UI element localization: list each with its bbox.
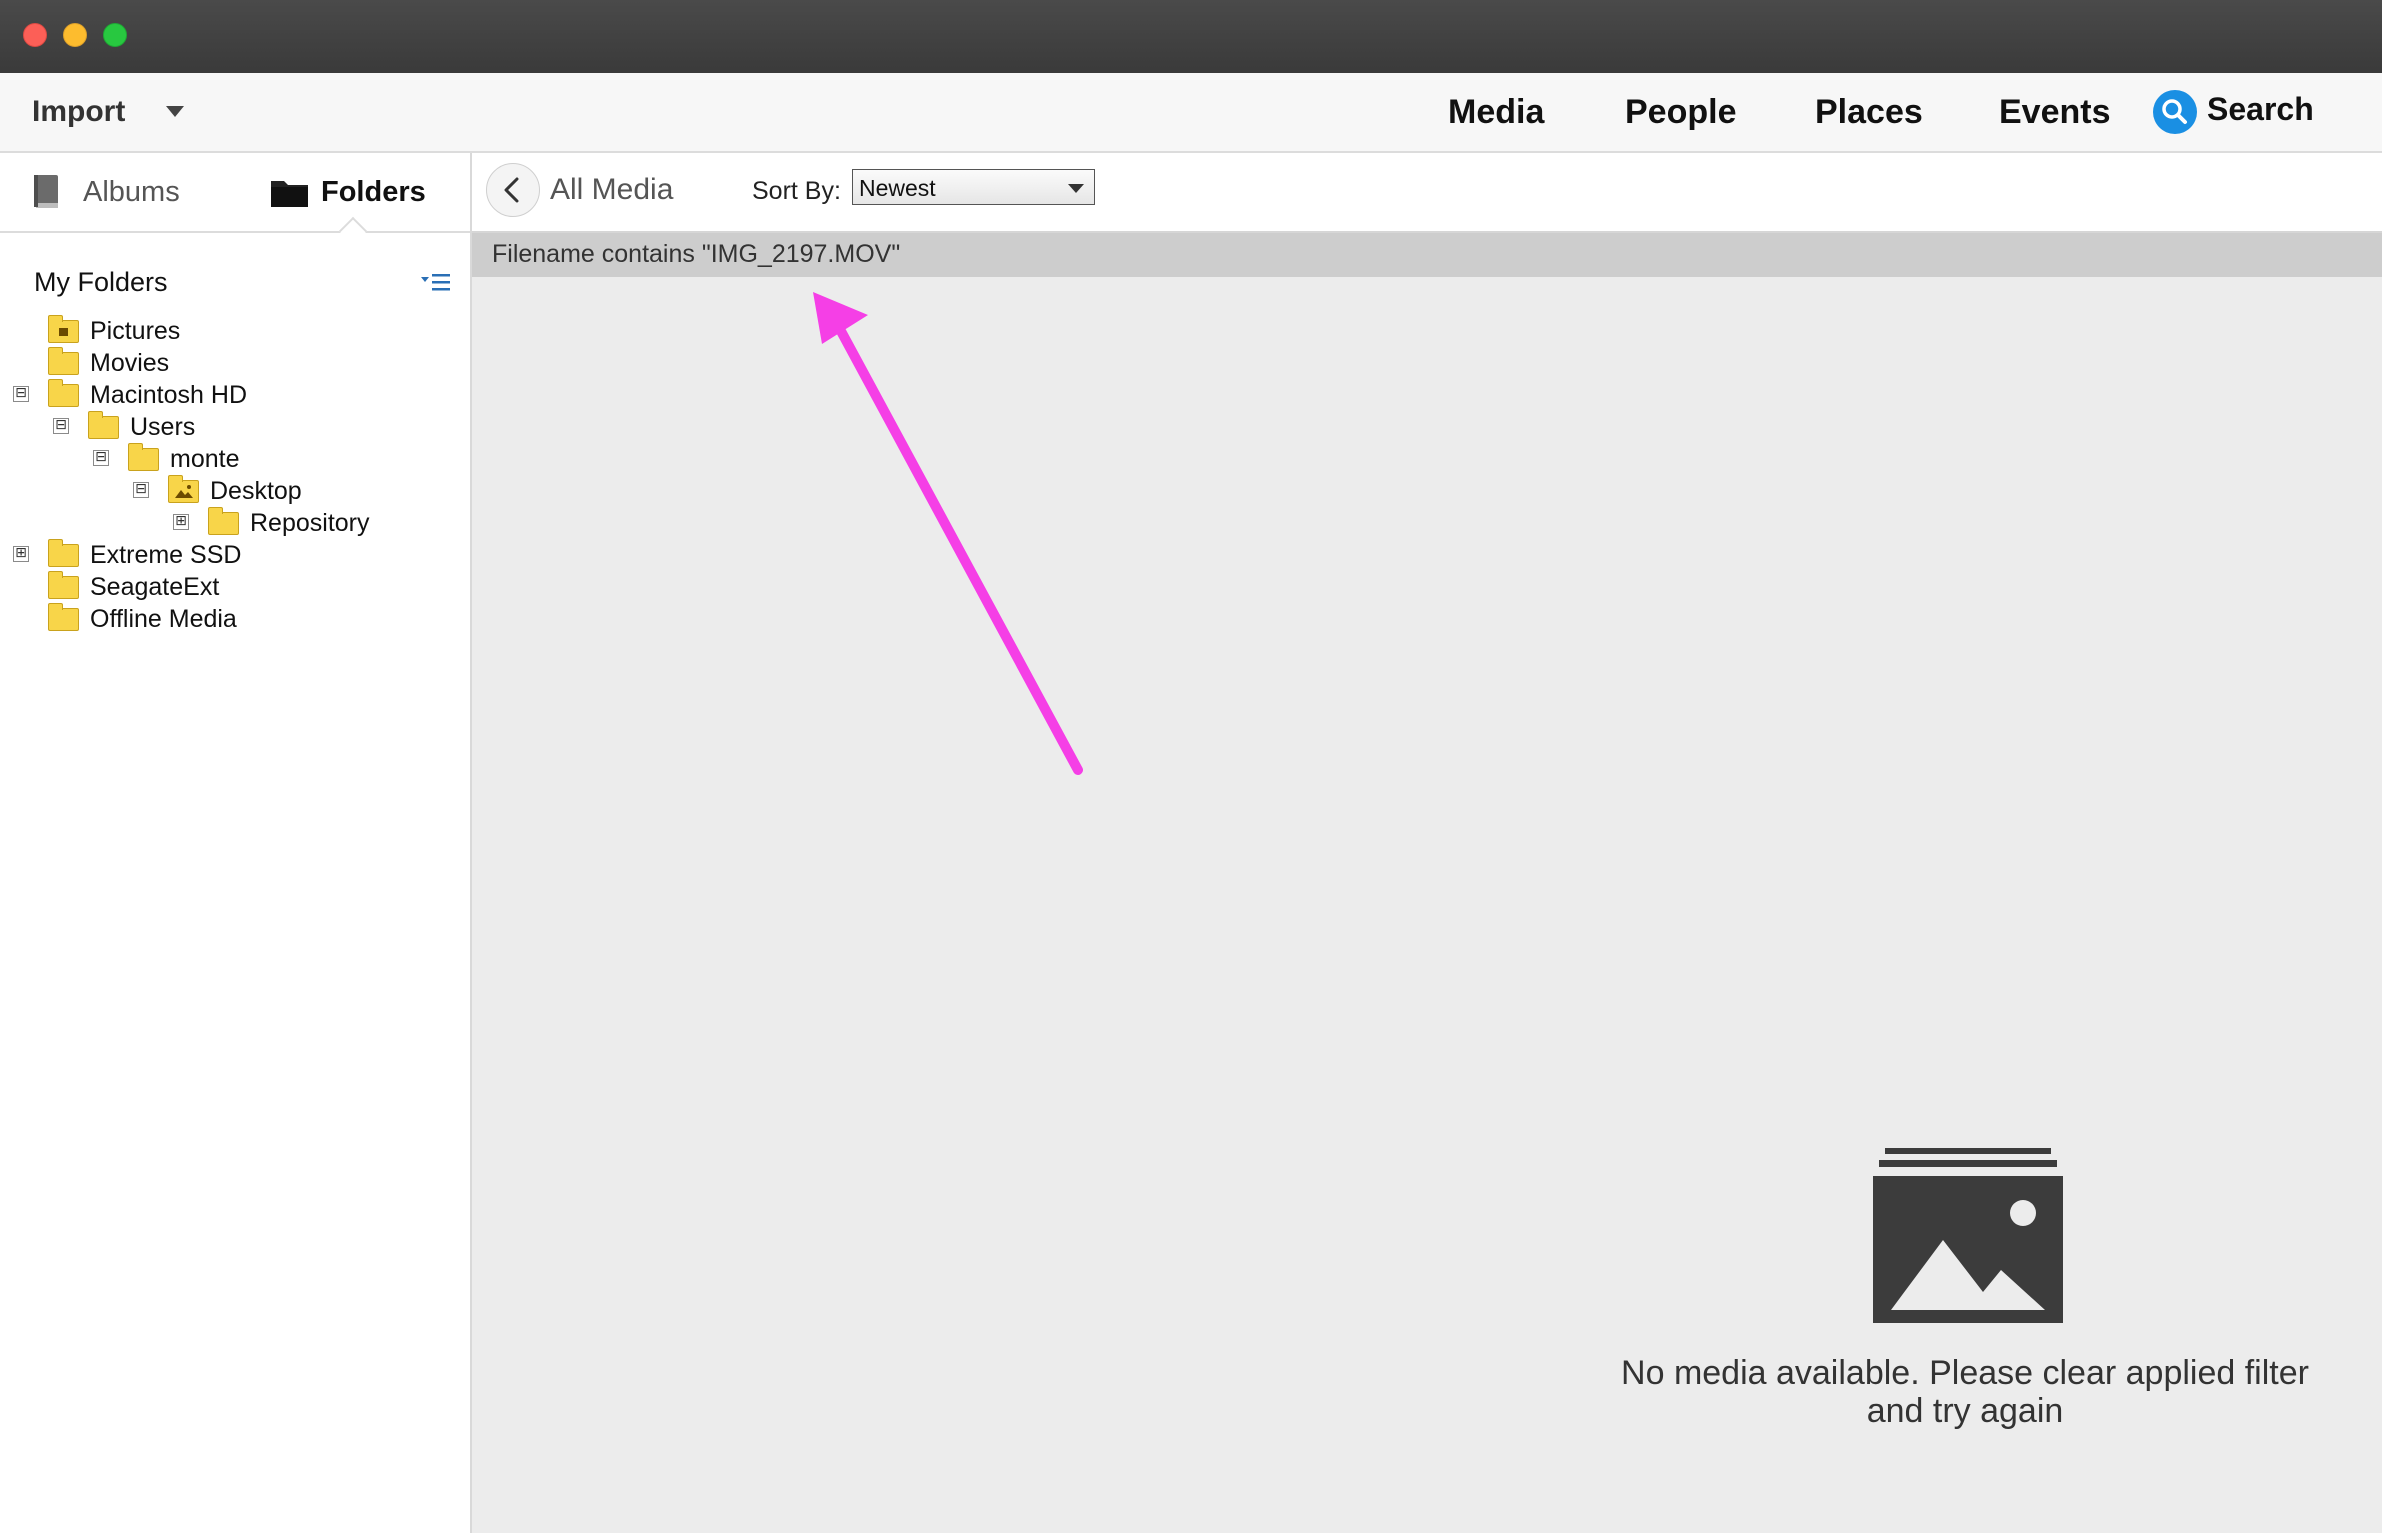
folder-tree-label: Macintosh HD bbox=[90, 381, 247, 409]
folder-tree-label: Movies bbox=[90, 349, 170, 377]
folder-tree-label: monte bbox=[170, 445, 240, 473]
expand-toggle-icon[interactable]: ⊞ bbox=[173, 514, 189, 530]
empty-state-message: No media available. Please clear applied… bbox=[1580, 1354, 2350, 1430]
sort-by-label: Sort By: bbox=[752, 177, 841, 205]
close-window-button[interactable] bbox=[23, 23, 47, 47]
folder-tree-label: SeagateExt bbox=[90, 573, 220, 601]
back-button[interactable] bbox=[486, 163, 540, 217]
collapse-toggle-icon[interactable]: ⊟ bbox=[93, 450, 109, 466]
nav-tab-events[interactable]: Events bbox=[1999, 93, 2111, 132]
folder-options-menu-icon[interactable] bbox=[418, 271, 454, 300]
folder-icon bbox=[48, 571, 79, 599]
folder-icon bbox=[208, 507, 239, 535]
no-media-icon bbox=[1873, 1148, 2063, 1328]
minimize-window-button[interactable] bbox=[63, 23, 87, 47]
content-header: All Media Sort By: Newest bbox=[472, 153, 2382, 233]
collapse-toggle-icon[interactable]: ⊟ bbox=[53, 418, 69, 434]
nav-tab-media[interactable]: Media bbox=[1448, 93, 1544, 132]
folder-icon bbox=[48, 379, 79, 407]
breadcrumb-all-media[interactable]: All Media bbox=[550, 173, 673, 207]
annotation-arrow-icon bbox=[813, 292, 1083, 775]
import-dropdown-caret-icon[interactable] bbox=[166, 106, 184, 117]
collapse-toggle-icon[interactable]: ⊟ bbox=[13, 386, 29, 402]
window-titlebar bbox=[0, 0, 2382, 73]
chevron-down-icon bbox=[1068, 184, 1084, 193]
folder-tree-label: Repository bbox=[250, 509, 370, 537]
sidebar-tabs: Albums Folders bbox=[0, 153, 470, 246]
folder-tab-icon[interactable] bbox=[270, 175, 310, 214]
active-filter-bar[interactable]: Filename contains "IMG_2197.MOV" bbox=[472, 233, 2382, 277]
nav-tab-places[interactable]: Places bbox=[1815, 93, 1923, 132]
folder-icon bbox=[48, 603, 79, 631]
active-tab-indicator bbox=[338, 216, 368, 246]
sort-select[interactable]: Newest bbox=[852, 169, 1095, 205]
import-button[interactable]: Import bbox=[32, 95, 125, 129]
empty-message-line-1: No media available. Please clear applied… bbox=[1621, 1354, 2309, 1392]
folder-tree-label: Desktop bbox=[210, 477, 302, 505]
collapse-toggle-icon[interactable]: ⊟ bbox=[133, 482, 149, 498]
sidebar: Albums Folders My Folders Pictures Movie… bbox=[0, 153, 472, 1533]
my-folders-heading: My Folders bbox=[34, 267, 168, 297]
tab-albums[interactable]: Albums bbox=[83, 176, 180, 209]
folder-tree-label: Users bbox=[130, 413, 196, 441]
nav-tab-people[interactable]: People bbox=[1625, 93, 1736, 132]
folder-tree-label: Extreme SSD bbox=[90, 541, 242, 569]
chevron-left-icon bbox=[504, 177, 519, 203]
folder-icon bbox=[128, 443, 159, 471]
search-button[interactable]: Search bbox=[2207, 91, 2314, 128]
main-toolbar: Import Media People Places Events Search bbox=[0, 73, 2382, 153]
folder-tree-label: Pictures bbox=[90, 317, 181, 345]
desktop-folder-icon bbox=[168, 475, 199, 503]
search-icon[interactable] bbox=[2153, 90, 2197, 134]
empty-message-line-2: and try again bbox=[1866, 1392, 2064, 1430]
zoom-window-button[interactable] bbox=[103, 23, 127, 47]
filter-text: Filename contains "IMG_2197.MOV" bbox=[492, 240, 901, 268]
album-book-icon[interactable] bbox=[32, 173, 62, 216]
sort-selected-value: Newest bbox=[859, 175, 936, 201]
tab-folders[interactable]: Folders bbox=[321, 176, 426, 209]
folder-tree-label: Offline Media bbox=[90, 605, 237, 633]
folder-icon bbox=[48, 539, 79, 567]
pictures-folder-icon bbox=[48, 315, 79, 343]
folder-icon bbox=[48, 347, 79, 375]
expand-toggle-icon[interactable]: ⊞ bbox=[13, 546, 29, 562]
folder-icon bbox=[88, 411, 119, 439]
